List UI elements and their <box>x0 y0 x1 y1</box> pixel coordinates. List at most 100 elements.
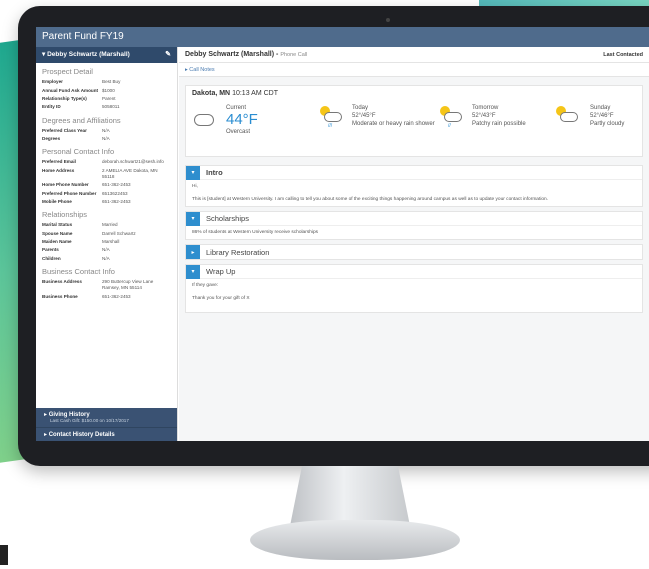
detail-row: Employer Best Buy <box>36 78 177 86</box>
detail-key: Children <box>42 255 61 261</box>
detail-value: 651-362-2453 <box>102 198 131 204</box>
contact-name: Debby Schwartz (Marshall) - <box>185 51 279 58</box>
detail-key: Business Address <box>42 279 82 285</box>
day-desc: Partly cloudy <box>590 121 625 127</box>
panel-line: Hi, <box>192 184 198 189</box>
detail-value: $1000 <box>102 87 115 93</box>
detail-row: Preferred Class Year N/A <box>36 127 177 135</box>
section-title-business-contact: Business Contact Info <box>42 267 115 276</box>
detail-key: Maiden Name <box>42 239 72 245</box>
section-title-prospect: Prospect Detail <box>42 67 93 76</box>
panel-title: Wrap Up <box>206 267 236 276</box>
detail-row: Spouse Name Darrell Schwartz <box>36 230 177 238</box>
panel-title: Scholarships <box>206 214 249 223</box>
detail-row: Annual Fund Ask Amount $1000 <box>36 86 177 94</box>
detail-row: Degrees N/A <box>36 135 177 143</box>
detail-key: Spouse Name <box>42 230 73 236</box>
detail-value: N/A <box>102 247 110 253</box>
detail-key: Marital Status <box>42 222 73 228</box>
detail-value: Parent <box>102 95 116 101</box>
weather-current: Current 44°F Overcast <box>226 104 258 136</box>
detail-row: Maiden Name Marshall <box>36 238 177 246</box>
last-gift-text: Last Cash Gift: $150.00 on 10/17/2017 <box>50 418 129 423</box>
detail-value: 651-362-2453 <box>102 293 131 299</box>
panel-line: Thank you for your gift of X <box>192 296 250 301</box>
chevron-right-icon[interactable]: ▸ <box>186 245 200 259</box>
chevron-down-icon[interactable]: ▾ <box>186 211 200 226</box>
window-title: Parent Fund FY19 <box>36 27 649 47</box>
script-panel-intro: ▾ Intro Hi, This is [student] at Western … <box>185 165 643 207</box>
detail-row: Business Address 290 Buttercup View Lane … <box>36 278 177 292</box>
rain-icon: /// <box>328 123 333 129</box>
weather-location: Dakota, MN 10:13 AM CDT <box>192 90 278 97</box>
detail-key: Degrees <box>42 136 61 142</box>
panel-line: This is [student] at Western University.… <box>192 197 549 202</box>
sidebar-header[interactable]: ▾ Debby Schwartz (Marshall) ✎ <box>36 47 177 63</box>
last-contacted-label: Last Contacted <box>603 52 643 58</box>
detail-key: Annual Fund Ask Amount <box>42 87 99 93</box>
current-desc: Overcast <box>226 129 251 135</box>
chevron-down-icon[interactable]: ▾ <box>186 264 200 279</box>
detail-value: 2 AMELIA AVE Dakota, MN 55118 <box>102 167 158 179</box>
contact-history-label: Contact History Details <box>48 432 115 438</box>
detail-key: Preferred Class Year <box>42 127 87 133</box>
detail-value: N/A <box>102 255 110 261</box>
weather-widget: Dakota, MN 10:13 AM CDT Current 44°F Ove… <box>185 85 643 157</box>
detail-key: Parents <box>42 247 59 253</box>
day-temp: 52°/46°F <box>590 113 614 119</box>
monitor-stand-neck <box>290 466 410 526</box>
panel-header[interactable]: ▾ Scholarships <box>186 211 642 226</box>
detail-key: Home Phone Number <box>42 182 89 188</box>
panel-line: If they gave: <box>192 283 219 288</box>
detail-value: Marshall <box>102 239 120 245</box>
weather-time: 10:13 AM CDT <box>232 90 278 97</box>
panel-line: 86% of students at Western University re… <box>192 230 319 235</box>
detail-row: Preferred Email deborah.schwartz1@sesh.in… <box>36 158 177 166</box>
detail-row: Relationship Type(s) Parent <box>36 95 177 103</box>
detail-row: Business Phone 651-362-2453 <box>36 292 177 300</box>
chevron-down-icon[interactable]: ▾ <box>186 165 200 180</box>
rain-icon: // <box>448 123 451 129</box>
contact-history-row[interactable]: ▸ Contact History Details <box>36 428 177 441</box>
sidebar-footer: ▸ Giving History Last Cash Gift: $150.00… <box>36 408 177 441</box>
day-label: Sunday <box>590 105 611 111</box>
cloud-icon <box>324 112 342 122</box>
detail-key: Business Phone <box>42 293 78 299</box>
panel-header[interactable]: ▾ Intro <box>186 165 642 180</box>
detail-key: Home Address <box>42 167 75 173</box>
detail-value: Married <box>102 222 118 228</box>
call-type: Phone Call <box>280 52 308 58</box>
camera-icon <box>386 18 390 22</box>
main-content: Debby Schwartz (Marshall) - Phone Call L… <box>179 47 649 441</box>
scene: Parent Fund FY19 ▾ Debby Schwartz (Marsh… <box>0 0 649 569</box>
main-header: Debby Schwartz (Marshall) - Phone Call L… <box>179 47 649 63</box>
section-title-relationships: Relationships <box>42 210 88 220</box>
weather-city: Dakota, MN <box>192 90 231 97</box>
detail-value: N/A <box>102 127 110 133</box>
section-title-personal-contact: Personal Contact Info <box>42 147 115 157</box>
detail-value: Darrell Schwartz <box>102 230 136 236</box>
detail-row: Preferred Phone Number 6513622453 <box>36 189 177 197</box>
panel-header[interactable]: ▾ Wrap Up <box>186 264 642 279</box>
giving-history-row[interactable]: ▸ Giving History Last Cash Gift: $150.00… <box>36 408 177 428</box>
panel-title: Intro <box>206 168 223 177</box>
detail-value: N/A <box>102 136 110 142</box>
panel-header[interactable]: ▸ Library Restoration <box>186 245 642 259</box>
detail-row: Entity ID 5058011 <box>36 103 177 111</box>
monitor-stand-base <box>250 520 460 560</box>
sidebar: ▾ Debby Schwartz (Marshall) ✎ Prospect D… <box>36 47 178 441</box>
detail-value: 6513622453 <box>102 190 128 196</box>
detail-key: Mobile Phone <box>42 198 72 204</box>
detail-row: Marital Status Married <box>36 221 177 229</box>
section-title-degrees: Degrees and Affiliations <box>42 115 121 125</box>
weather-day: Sunday 52°/46°F Partly cloudy <box>590 104 649 128</box>
script-panel-library: ▸ Library Restoration <box>185 244 643 260</box>
edge-mark <box>0 545 8 565</box>
detail-row: Home Phone Number 651-362-2453 <box>36 181 177 189</box>
detail-value: 651-362-2453 <box>102 182 131 188</box>
detail-key: Preferred Email <box>42 159 76 165</box>
call-notes-toggle[interactable]: ▸ Call Notes <box>179 63 649 77</box>
detail-key: Relationship Type(s) <box>42 95 87 101</box>
detail-value: 290 Buttercup View Lane Ramsey, MN 55114 <box>102 279 154 291</box>
pencil-icon[interactable]: ✎ <box>165 47 171 63</box>
